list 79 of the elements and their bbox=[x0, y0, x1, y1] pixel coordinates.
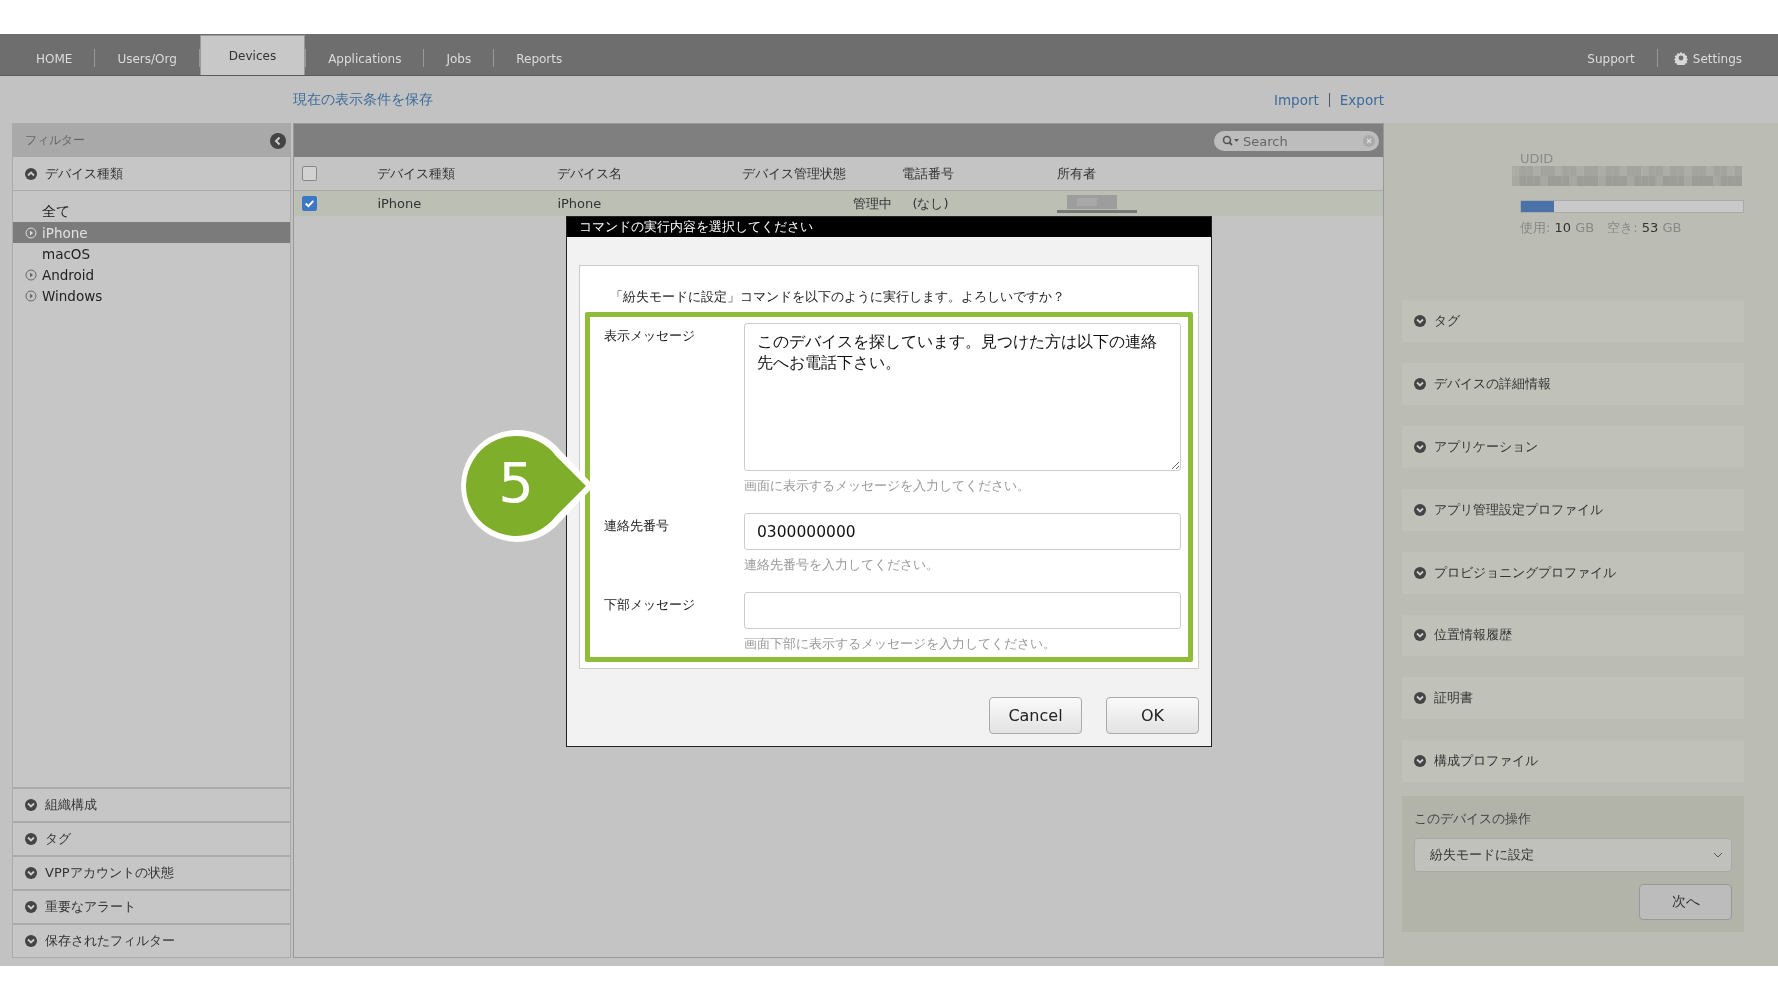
filter-section[interactable]: 保存されたフィルター bbox=[13, 923, 291, 957]
filter-item[interactable]: Windows bbox=[13, 285, 291, 306]
filter-title: フィルター bbox=[25, 132, 85, 149]
chevron-down-icon bbox=[1414, 755, 1426, 768]
chevron-down-icon bbox=[1414, 440, 1426, 453]
settings-icon[interactable] bbox=[1673, 51, 1688, 65]
field-hint: 画面に表示するメッセージを入力してください。 bbox=[744, 477, 1031, 495]
filter-section[interactable]: タグ bbox=[13, 821, 291, 855]
message-field[interactable]: このデバイスを探しています。見つけた方は以下の連絡先へお電話下さい。 bbox=[744, 323, 1181, 471]
table-cell-text: (なし) bbox=[911, 194, 950, 213]
step-number: 5 bbox=[497, 452, 535, 514]
chevron-down-icon bbox=[1414, 566, 1426, 579]
field-label: 下部メッセージ bbox=[604, 596, 696, 614]
field-label: 連絡先番号 bbox=[604, 517, 670, 535]
detail-section[interactable]: アプリケーション bbox=[1402, 426, 1744, 468]
settings-link[interactable]: Settings bbox=[1687, 42, 1764, 75]
table-cell-text: 管理中 bbox=[852, 194, 894, 213]
filter-item[interactable]: 全て bbox=[13, 201, 291, 222]
collapse-icon[interactable] bbox=[270, 132, 287, 149]
table-cell-text: iPhone bbox=[377, 196, 423, 211]
detail-section[interactable]: 構成プロファイル bbox=[1402, 740, 1744, 782]
select-all-checkbox[interactable] bbox=[302, 166, 318, 181]
filter-item[interactable]: Android bbox=[13, 264, 291, 285]
caret-icon bbox=[1713, 852, 1723, 858]
detail-section[interactable]: 証明書 bbox=[1402, 677, 1744, 720]
nav-tab[interactable]: HOME bbox=[14, 42, 95, 75]
column-header[interactable]: 所有者 bbox=[1057, 164, 1178, 183]
chevron-down-icon bbox=[25, 901, 37, 913]
chevron-down-icon bbox=[25, 935, 37, 947]
nav-tab[interactable]: Jobs bbox=[424, 42, 494, 75]
next-button[interactable]: 次へ bbox=[1639, 884, 1732, 920]
chevron-down-icon bbox=[1414, 503, 1426, 516]
column-header[interactable]: デバイス管理状態 bbox=[742, 164, 903, 183]
input-field[interactable]: 0300000000 bbox=[744, 513, 1181, 550]
column-header[interactable]: デバイス名 bbox=[557, 164, 743, 183]
chevron-down-icon bbox=[1414, 315, 1426, 328]
column-header[interactable]: 電話番号 bbox=[902, 164, 1058, 183]
input-field[interactable] bbox=[744, 592, 1181, 629]
nav-tab[interactable]: Devices bbox=[199, 35, 306, 75]
chevron-down-icon bbox=[1414, 629, 1426, 642]
cancel-button[interactable]: Cancel bbox=[989, 697, 1082, 734]
filter-section[interactable]: 組織構成 bbox=[13, 787, 291, 821]
search-icon bbox=[1222, 134, 1240, 147]
chevron-down-icon bbox=[25, 799, 37, 811]
row-checkbox[interactable] bbox=[302, 196, 318, 211]
chevron-down-icon bbox=[1414, 378, 1426, 391]
detail-section[interactable]: アプリ管理設定プロファイル bbox=[1402, 488, 1744, 531]
filter-group[interactable]: デバイス種類 bbox=[13, 157, 291, 191]
field-label: 表示メッセージ bbox=[604, 327, 696, 345]
dialog-title: コマンドの実行内容を選択してください bbox=[567, 217, 1211, 237]
nav-tab[interactable]: Reports bbox=[494, 42, 585, 75]
ok-button[interactable]: OK bbox=[1106, 697, 1199, 734]
command-select[interactable]: 紛失モードに設定 bbox=[1414, 838, 1732, 872]
chevron-up-icon bbox=[25, 167, 37, 180]
filter-section[interactable]: 重要なアラート bbox=[13, 889, 291, 923]
table-cell-text: iPhone bbox=[557, 196, 603, 211]
detail-section[interactable]: 位置情報履歴 bbox=[1402, 614, 1744, 657]
detail-section[interactable]: タグ bbox=[1402, 300, 1744, 343]
detail-section[interactable]: プロビジョニングプロファイル bbox=[1402, 551, 1744, 594]
chevron-down-icon bbox=[25, 833, 37, 845]
table-row[interactable]: iPhone iPhone 管理中 (なし) bbox=[294, 191, 1383, 216]
check-icon bbox=[303, 197, 317, 210]
filter-item[interactable]: macOS bbox=[13, 243, 291, 264]
nav-tab[interactable]: Users/Org bbox=[95, 42, 199, 75]
chevron-down-icon bbox=[25, 867, 37, 879]
confirm-question: 「紛失モードに設定」コマンドを以下のように実行します。よろしいですか？ bbox=[610, 288, 1066, 306]
field-hint: 画面下部に表示するメッセージを入力してください。 bbox=[744, 635, 1057, 653]
play-icon bbox=[25, 226, 37, 239]
detail-section[interactable]: デバイスの詳細情報 bbox=[1402, 363, 1744, 406]
search-field[interactable]: Search bbox=[1214, 131, 1379, 151]
chevron-down-icon bbox=[1414, 692, 1426, 705]
nav-tab[interactable]: Applications bbox=[306, 42, 424, 75]
column-header[interactable]: デバイス種類 bbox=[377, 164, 558, 183]
filter-section[interactable]: VPPアカウントの状態 bbox=[13, 855, 291, 889]
field-hint: 連絡先番号を入力してください。 bbox=[744, 556, 940, 574]
support-link[interactable]: Support bbox=[1565, 42, 1657, 75]
actions-title: このデバイスの操作 bbox=[1414, 810, 1532, 828]
play-icon bbox=[25, 268, 37, 281]
play-icon bbox=[25, 289, 37, 302]
